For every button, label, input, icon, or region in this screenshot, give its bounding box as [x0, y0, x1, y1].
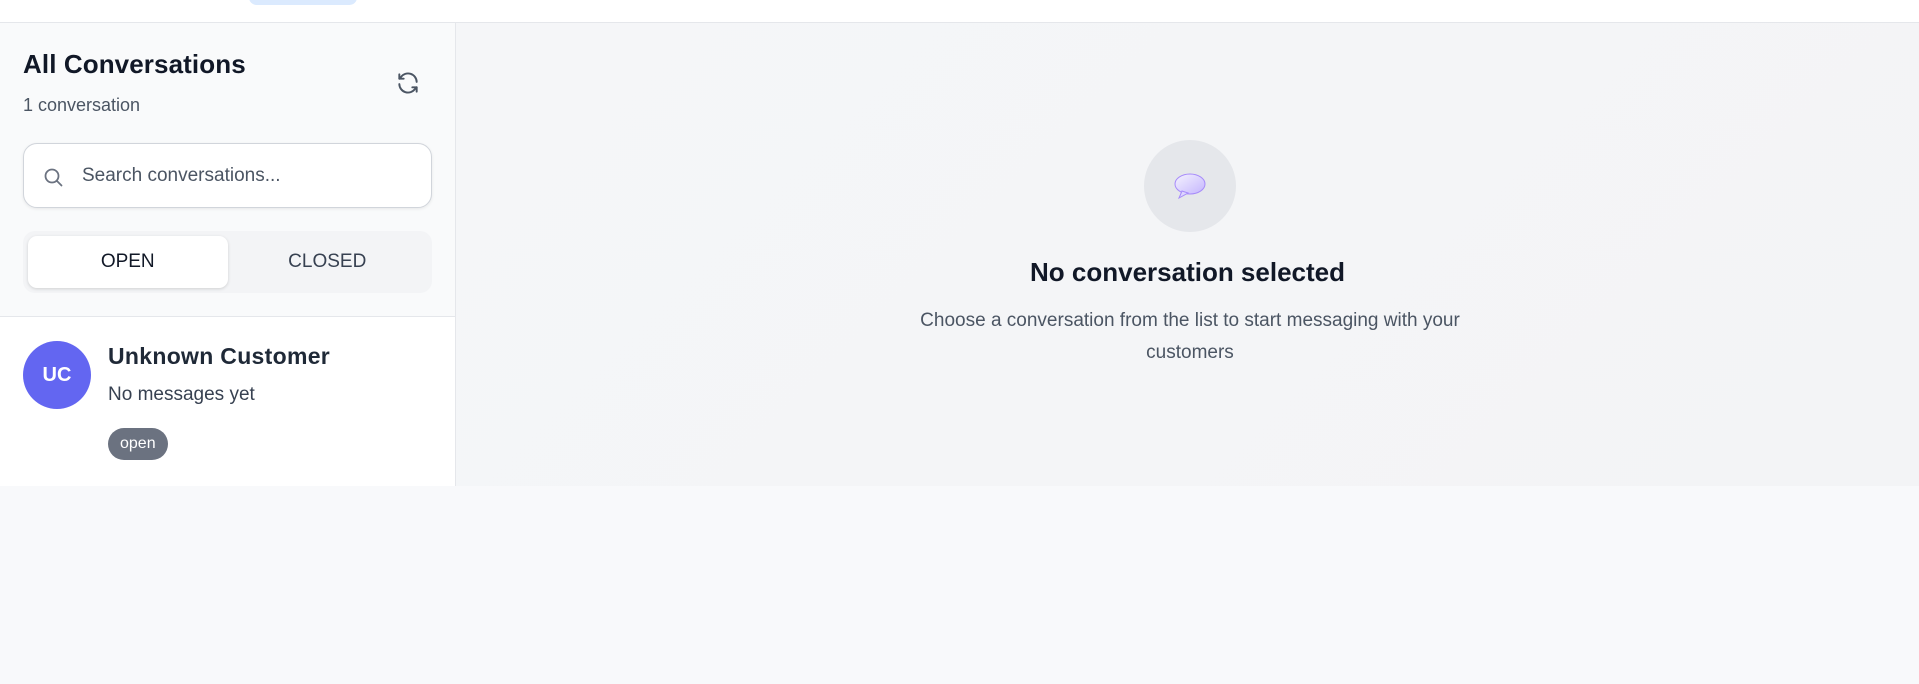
app-layout: All Conversations 1 conversation OPEN	[0, 23, 1919, 486]
search-icon	[44, 168, 63, 187]
search-box	[23, 143, 432, 208]
tab-closed[interactable]: CLOSED	[228, 236, 428, 288]
tab-open[interactable]: OPEN	[28, 236, 228, 288]
status-badge: open	[108, 428, 168, 460]
empty-state-icon-circle	[1144, 140, 1236, 232]
conversation-panel: No conversation selected Choose a conver…	[456, 23, 1919, 486]
status-tabs: OPEN CLOSED	[23, 231, 432, 293]
active-nav-item[interactable]	[249, 0, 357, 5]
conversation-count: 1 conversation	[23, 95, 141, 115]
refresh-icon	[398, 72, 418, 94]
empty-state-title: No conversation selected	[1030, 257, 1345, 287]
speech-bubble-icon	[1174, 173, 1206, 200]
conversations-sidebar: All Conversations 1 conversation OPEN	[0, 23, 456, 486]
avatar: UC	[23, 341, 91, 409]
message-preview: No messages yet	[108, 384, 255, 405]
search-input[interactable]	[82, 144, 422, 207]
refresh-button[interactable]	[392, 67, 424, 99]
conversation-list-item[interactable]: UC Unknown Customer No messages yet open	[0, 318, 455, 486]
sidebar-title: All Conversations	[23, 49, 246, 79]
sidebar-header: All Conversations 1 conversation OPEN	[0, 23, 455, 317]
customer-name: Unknown Customer	[108, 343, 331, 369]
top-nav-bar	[0, 0, 1919, 23]
empty-state-subtitle: Choose a conversation from the list to s…	[920, 310, 1460, 363]
